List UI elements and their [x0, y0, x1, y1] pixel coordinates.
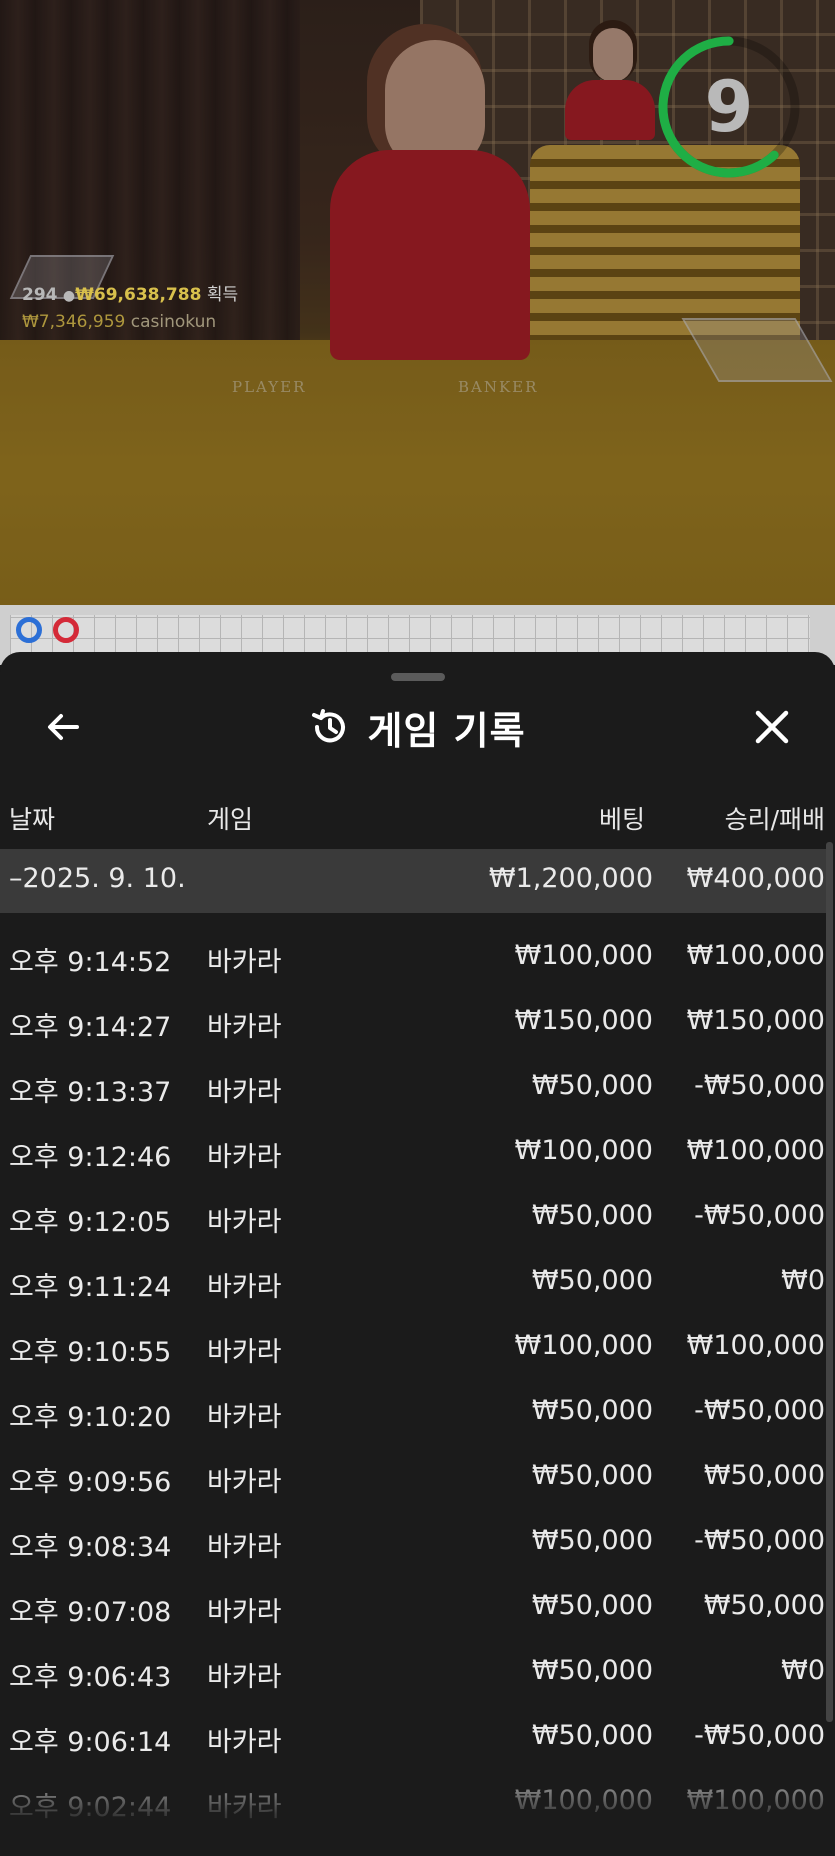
row-time: 오후 9:14:27 — [9, 1012, 172, 1043]
row-bet: ₩50,000 — [531, 1525, 653, 1556]
winners-panel: 294 ●₩69,638,788 획득 ₩7,346,959 casinokun — [22, 282, 238, 335]
row-game: 바카라 — [207, 1532, 282, 1563]
row-game: 바카라 — [207, 1467, 282, 1498]
row-time: 오후 9:12:05 — [9, 1207, 172, 1238]
row-time: 오후 9:11:24 — [9, 1272, 172, 1303]
row-result: ₩100,000 — [686, 1330, 825, 1361]
last-win-user: casinokun — [130, 312, 217, 332]
countdown-timer: 9 — [655, 33, 803, 181]
live-video: PLAYER BANKER 9 294 ●₩69,638,788 획득 ₩7,3… — [0, 0, 835, 605]
person-icon: ● — [62, 288, 76, 304]
row-bet: ₩100,000 — [514, 940, 653, 971]
row-bet: ₩50,000 — [531, 1720, 653, 1751]
row-result: -₩50,000 — [694, 1395, 825, 1426]
row-game: 바카라 — [207, 947, 282, 978]
table-row[interactable]: 오후 9:14:52 바카라 ₩100,000 ₩100,000 — [0, 927, 826, 991]
row-time: 오후 9:10:55 — [9, 1337, 172, 1368]
row-game: 바카라 — [207, 1142, 282, 1173]
row-time: 오후 9:09:56 — [9, 1467, 172, 1498]
row-game: 바카라 — [207, 1662, 282, 1693]
row-time: 오후 9:12:46 — [9, 1142, 172, 1173]
row-game: 바카라 — [207, 1337, 282, 1368]
row-time: 오후 9:14:52 — [9, 947, 172, 978]
row-result: ₩100,000 — [686, 1785, 825, 1816]
row-result: ₩50,000 — [703, 1460, 825, 1491]
table-row[interactable]: 오후 9:14:27 바카라 ₩150,000 ₩150,000 — [0, 992, 826, 1056]
road-player-marker — [16, 617, 42, 643]
table-row[interactable]: 오후 9:09:56 바카라 ₩50,000 ₩50,000 — [0, 1447, 826, 1511]
row-bet: ₩50,000 — [531, 1655, 653, 1686]
row-time: 오후 9:08:34 — [9, 1532, 172, 1563]
row-result: -₩50,000 — [694, 1070, 825, 1101]
winner-count: 294 — [22, 285, 58, 305]
row-time: 오후 9:13:37 — [9, 1077, 172, 1108]
winner-suffix: 획득 — [206, 285, 239, 305]
row-result: ₩100,000 — [686, 1135, 825, 1166]
table-row[interactable]: 오후 9:07:08 바카라 ₩50,000 ₩50,000 — [0, 1577, 826, 1641]
row-game: 바카라 — [207, 1207, 282, 1238]
table-row[interactable]: 오후 9:13:37 바카라 ₩50,000 -₩50,000 — [0, 1057, 826, 1121]
row-time: 오후 9:07:08 — [9, 1597, 172, 1628]
table-row[interactable]: 오후 9:11:24 바카라 ₩50,000 ₩0 — [0, 1252, 826, 1316]
row-bet: ₩50,000 — [531, 1395, 653, 1426]
last-win-amount: ₩7,346,959 — [22, 312, 126, 332]
row-bet: ₩50,000 — [531, 1590, 653, 1621]
row-result: ₩100,000 — [686, 940, 825, 971]
table-row[interactable]: 오후 9:12:46 바카라 ₩100,000 ₩100,000 — [0, 1122, 826, 1186]
row-game: 바카라 — [207, 1272, 282, 1303]
row-result: ₩50,000 — [703, 1590, 825, 1621]
row-time: 오후 9:06:43 — [9, 1662, 172, 1693]
table-row[interactable]: 오후 9:08:34 바카라 ₩50,000 -₩50,000 — [0, 1512, 826, 1576]
row-bet: ₩50,000 — [531, 1070, 653, 1101]
row-bet: ₩50,000 — [531, 1460, 653, 1491]
row-bet: ₩50,000 — [531, 1200, 653, 1231]
table-row[interactable]: 오후 9:10:20 바카라 ₩50,000 -₩50,000 — [0, 1382, 826, 1446]
table-row[interactable]: 오후 9:06:43 바카라 ₩50,000 ₩0 — [0, 1642, 826, 1706]
row-result: ₩0 — [781, 1655, 825, 1686]
row-game: 바카라 — [207, 1402, 282, 1433]
row-result: ₩0 — [781, 1265, 825, 1296]
row-game: 바카라 — [207, 1727, 282, 1758]
row-result: -₩50,000 — [694, 1720, 825, 1751]
table-row[interactable]: 오후 9:10:55 바카라 ₩100,000 ₩100,000 — [0, 1317, 826, 1381]
row-time: 오후 9:06:14 — [9, 1727, 172, 1758]
row-bet: ₩100,000 — [514, 1330, 653, 1361]
row-bet: ₩100,000 — [514, 1135, 653, 1166]
row-result: ₩150,000 — [686, 1005, 825, 1036]
row-game: 바카라 — [207, 1597, 282, 1628]
game-history-sheet: 게임 기록 날짜 게임 베팅 승리/패배 –2025. 9. 10. ₩1,20… — [0, 652, 835, 1856]
row-time: 오후 9:02:44 — [9, 1792, 172, 1823]
table-row[interactable]: 오후 9:12:05 바카라 ₩50,000 -₩50,000 — [0, 1187, 826, 1251]
row-bet: ₩100,000 — [514, 1785, 653, 1816]
table-row[interactable]: 오후 9:02:44 바카라 ₩100,000 ₩100,000 — [0, 1772, 826, 1836]
row-result: -₩50,000 — [694, 1525, 825, 1556]
row-bet: ₩150,000 — [514, 1005, 653, 1036]
row-game: 바카라 — [207, 1012, 282, 1043]
row-game: 바카라 — [207, 1077, 282, 1108]
winner-total: ₩69,638,788 — [75, 285, 202, 305]
timer-value: 9 — [704, 66, 754, 148]
row-game: 바카라 — [207, 1792, 282, 1823]
table-row[interactable]: 오후 9:06:14 바카라 ₩50,000 -₩50,000 — [0, 1707, 826, 1771]
row-result: -₩50,000 — [694, 1200, 825, 1231]
history-list: 오후 9:14:52 바카라 ₩100,000 ₩100,000 오후 9:14:27 바… — [0, 652, 835, 1856]
row-bet: ₩50,000 — [531, 1265, 653, 1296]
road-banker-marker — [53, 617, 79, 643]
row-time: 오후 9:10:20 — [9, 1402, 172, 1433]
